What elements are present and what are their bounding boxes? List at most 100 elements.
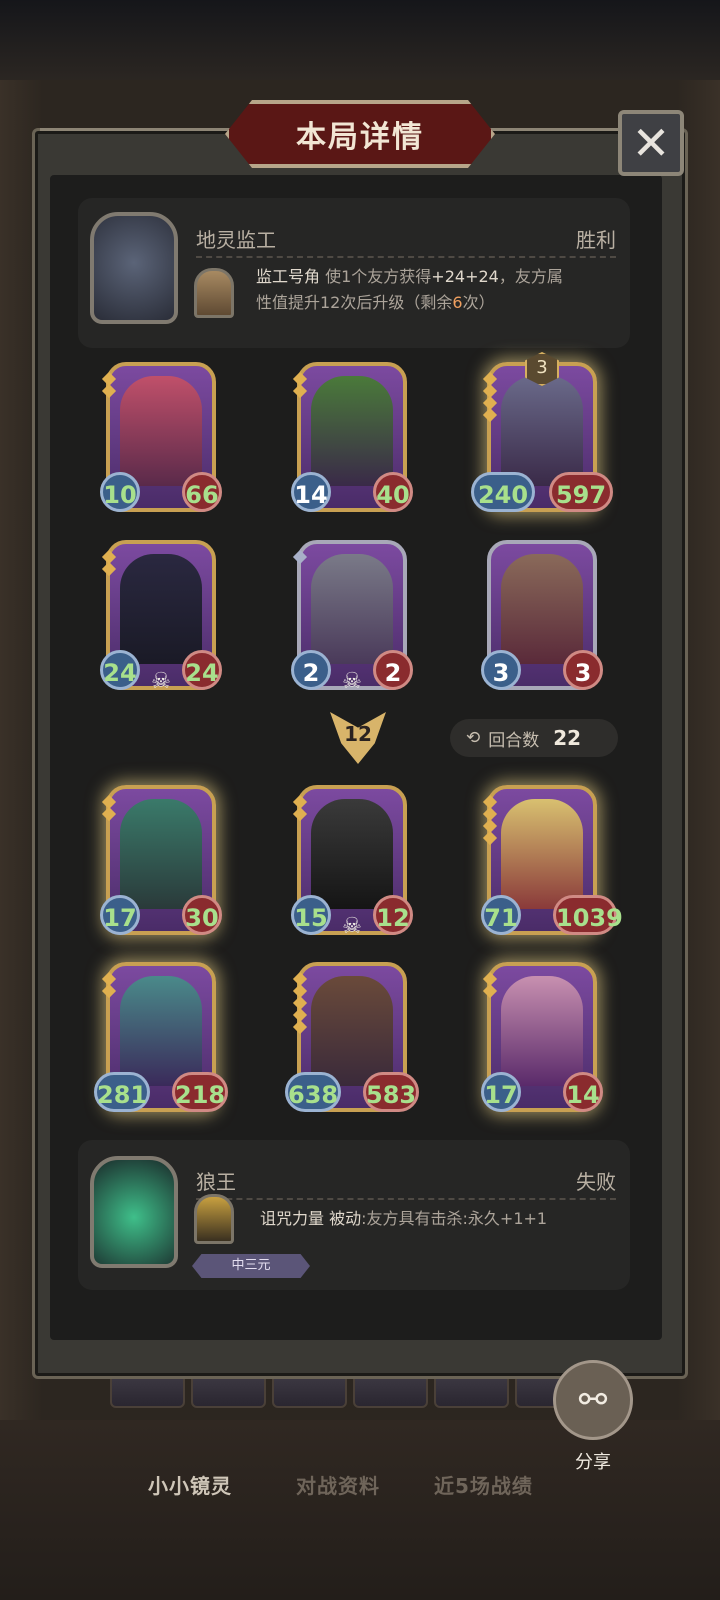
share-button[interactable]: ⚯ [553, 1360, 633, 1440]
card-art [501, 376, 583, 486]
share-label[interactable]: 分享 [553, 1448, 633, 1474]
player-result: 胜利 [576, 228, 616, 252]
player-skill-line2-a: 性值提升12次后升级（剩余 [256, 293, 453, 312]
opponent-card-5[interactable]: 638 583 [285, 962, 419, 1112]
tab-little-spirit[interactable]: 小小镜灵 [148, 1470, 232, 1499]
attack-value: 10 [100, 472, 140, 512]
card-art [311, 376, 393, 486]
attack-value: 71 [481, 895, 521, 935]
card-art [311, 976, 393, 1086]
opponent-hero-name: 狼王 [196, 1170, 236, 1194]
title-plate: 本局详情 [225, 100, 495, 168]
refresh-icon: ⟲ [466, 728, 481, 748]
skull-icon: ☠ [342, 914, 362, 939]
star-icons [292, 794, 308, 822]
player-hero-portrait[interactable] [90, 212, 178, 324]
attack-value: 240 [471, 472, 535, 512]
attack-value: 14 [291, 472, 331, 512]
opponent-card-1[interactable]: 17 30 [100, 785, 222, 935]
divider [196, 1198, 616, 1200]
close-icon: ✕ [631, 116, 671, 170]
opponent-card-2[interactable]: 15 ☠ 12 [291, 785, 413, 939]
health-value: 597 [549, 472, 613, 512]
damage-value: 12 [344, 722, 372, 746]
horn-icon[interactable] [194, 268, 234, 318]
attack-value: 2 [291, 650, 331, 690]
player-skill-name: 监工号角 [256, 267, 321, 286]
player-skill-bonus: +24+24 [431, 267, 499, 286]
health-value: 3 [563, 650, 603, 690]
close-button[interactable]: ✕ [618, 110, 684, 176]
player-card-4[interactable]: 24 ☠ 24 [100, 540, 222, 694]
opponent-skill-desc: :友方具有击杀:永久+1+1 [361, 1209, 548, 1228]
card-art [120, 799, 202, 909]
star-icons [101, 794, 117, 822]
rounds-label: 回合数 [488, 730, 540, 751]
title-line-right [484, 128, 619, 131]
player-card-6[interactable]: 3 3 [481, 540, 603, 690]
star-icons [292, 971, 308, 1035]
health-value: 40 [373, 472, 413, 512]
star-icons [482, 371, 498, 423]
attack-value: 17 [481, 1072, 521, 1112]
opponent-tag: 中三元 [192, 1254, 310, 1278]
health-value: 12 [373, 895, 413, 935]
player-skill-remaining: 6 [452, 293, 463, 312]
opponent-hero-portrait[interactable] [90, 1156, 178, 1268]
player-card-1[interactable]: 10 66 [100, 362, 222, 512]
star-icons [482, 971, 498, 999]
share-icon: ⚯ [578, 1380, 608, 1420]
player-card-5[interactable]: 2 ☠ 2 [291, 540, 413, 694]
opponent-skill-text: 诅咒力量 被动:友方具有击杀:永久+1+1 [260, 1206, 620, 1232]
title-line-left [40, 128, 230, 131]
opponent-hero-box: 狼王 失败 诅咒力量 被动:友方具有击杀:永久+1+1 [78, 1140, 630, 1290]
player-skill-desc-1: 使1个友方获得 [325, 267, 432, 286]
opponent-result: 失败 [576, 1170, 616, 1194]
rounds-badge: ⟲ 回合数 22 [450, 719, 618, 757]
bottom-bar [0, 1420, 720, 1600]
card-art [120, 554, 202, 664]
player-card-3[interactable]: 3 240 597 [471, 352, 613, 512]
skull-icon: ☠ [151, 669, 171, 694]
attack-value: 281 [94, 1072, 150, 1112]
skull-icon: ☠ [342, 669, 362, 694]
attack-value: 3 [481, 650, 521, 690]
star-icons [101, 971, 117, 999]
health-value: 583 [363, 1072, 419, 1112]
opponent-card-6[interactable]: 17 14 [481, 962, 603, 1112]
player-hero-box: 地灵监工 胜利 监工号角 使1个友方获得+24+24，友方属 性值提升12次后升… [78, 198, 630, 348]
page-title: 本局详情 [296, 120, 424, 155]
card-art [311, 554, 393, 664]
star-icons [292, 371, 308, 399]
health-value: 66 [182, 472, 222, 512]
card-art [120, 976, 202, 1086]
opponent-skill-type: 被动 [329, 1209, 362, 1228]
player-skill-line2-b: 次） [462, 293, 495, 312]
player-skill-desc-2: ，友方属 [498, 267, 563, 286]
curse-skill-icon[interactable] [194, 1194, 234, 1244]
health-value: 218 [172, 1072, 228, 1112]
card-art [501, 976, 583, 1086]
health-value: 30 [182, 895, 222, 935]
opponent-card-3[interactable]: 71 1039 [481, 785, 623, 935]
card-art [120, 376, 202, 486]
attack-value: 638 [285, 1072, 341, 1112]
health-value: 2 [373, 650, 413, 690]
player-card-2[interactable]: 14 40 [291, 362, 413, 512]
health-value: 14 [563, 1072, 603, 1112]
health-value: 1039 [553, 895, 623, 935]
tab-recent-matches[interactable]: 近5场战绩 [434, 1470, 533, 1499]
rounds-value: 22 [553, 726, 582, 750]
player-skill-text: 监工号角 使1个友方获得+24+24，友方属 性值提升12次后升级（剩余6次） [256, 264, 620, 316]
star-icons [101, 549, 117, 577]
divider [196, 256, 616, 258]
opponent-card-4[interactable]: 281 218 [94, 962, 228, 1112]
health-value: 24 [182, 650, 222, 690]
tab-battle-data[interactable]: 对战资料 [296, 1470, 380, 1499]
card-art [501, 554, 583, 664]
star-icons [482, 794, 498, 846]
attack-value: 17 [100, 895, 140, 935]
player-hero-name: 地灵监工 [196, 228, 276, 252]
attack-value: 15 [291, 895, 331, 935]
card-art [501, 799, 583, 909]
